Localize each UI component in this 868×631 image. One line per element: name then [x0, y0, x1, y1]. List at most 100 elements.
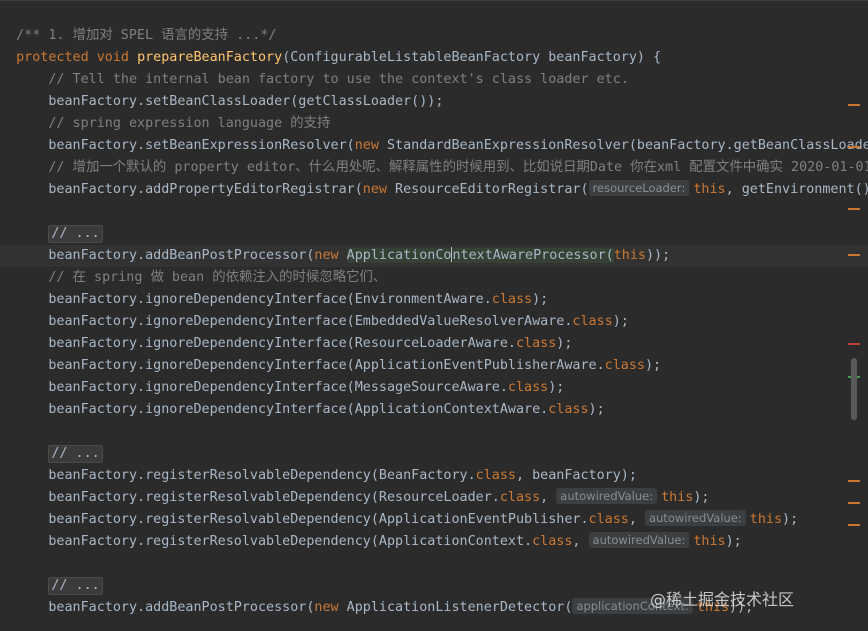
code-text: , getEnvironment()));	[725, 182, 868, 197]
code-text: );	[782, 512, 799, 527]
code-line-3[interactable]: // Tell the internal bean factory to use…	[0, 69, 868, 91]
code-editor[interactable]: /** 1. 增加对 SPEL 语言的支持 ...*/ protected vo…	[0, 0, 868, 631]
warning-marker[interactable]	[848, 208, 860, 210]
code-text: , beanFactory);	[515, 468, 637, 483]
keyword: class	[499, 490, 541, 505]
code-text: );	[612, 314, 629, 329]
code-text: beanFactory.setBeanExpressionResolver(	[16, 138, 355, 153]
code-line-4[interactable]: beanFactory.setBeanClassLoader(getClassL…	[0, 91, 868, 113]
code-text: beanFactory.ignoreDependencyInterface(Me…	[16, 380, 508, 395]
code-text: beanFactory.addBeanPostProcessor(	[16, 248, 315, 263]
keyword: protected	[16, 50, 97, 65]
code-line-1[interactable]: /** 1. 增加对 SPEL 语言的支持 ...*/	[0, 25, 868, 47]
code-text: beanFactory.setBeanClassLoader(getClassL…	[16, 94, 444, 109]
code-line-21[interactable]: beanFactory.registerResolvableDependency…	[0, 465, 868, 487]
warning-marker[interactable]	[848, 254, 860, 256]
code-line-15[interactable]: beanFactory.ignoreDependencyInterface(Re…	[0, 333, 868, 355]
folded-region[interactable]: // ...	[48, 577, 103, 595]
code-line-18[interactable]: beanFactory.ignoreDependencyInterface(Ap…	[0, 399, 868, 421]
code-text: );	[532, 292, 549, 307]
vertical-scrollbar-thumb[interactable]	[851, 358, 857, 420]
code-text: beanFactory.registerResolvableDependency…	[16, 512, 589, 527]
code-text: beanFactory.addBeanPostProcessor(	[16, 600, 315, 615]
keyword: class	[507, 380, 549, 395]
parameter-hint: resourceLoader:	[588, 180, 690, 196]
parameter-hint: autowiredValue:	[588, 532, 690, 548]
code-text: );	[725, 534, 742, 549]
parameter-hint: autowiredValue:	[556, 488, 658, 504]
folded-region[interactable]: // ...	[48, 445, 103, 463]
code-comment: // 增加一个默认的 property editor、什么用处呢、解释属性的时候…	[16, 160, 868, 175]
code-line-22[interactable]: beanFactory.registerResolvableDependency…	[0, 487, 868, 509]
code-text: ApplicationListenerDetector(	[346, 600, 573, 615]
code-line-2[interactable]: protected void prepareBeanFactory(Config…	[0, 47, 868, 69]
code-text: ,	[628, 512, 645, 527]
warning-marker[interactable]	[848, 146, 860, 148]
code-comment: // spring expression language 的支持	[16, 116, 331, 131]
code-line-7[interactable]: // 增加一个默认的 property editor、什么用处呢、解释属性的时候…	[0, 157, 868, 179]
code-text: ResourceEditorRegistrar(	[395, 182, 589, 197]
keyword: class	[588, 512, 629, 527]
code-text: beanFactory.registerResolvableDependency…	[16, 468, 476, 483]
code-text: beanFactory.ignoreDependencyInterface(En…	[16, 292, 492, 307]
editor-top-border	[0, 0, 868, 23]
keyword: class	[548, 402, 589, 417]
keyword: new	[362, 182, 396, 197]
keyword: this	[661, 490, 694, 505]
keyword: void	[96, 50, 138, 65]
code-line-16[interactable]: beanFactory.ignoreDependencyInterface(Ap…	[0, 355, 868, 377]
keyword: class	[532, 534, 573, 549]
code-line-5[interactable]: // spring expression language 的支持	[0, 113, 868, 135]
keyword: this	[749, 512, 783, 527]
warning-marker[interactable]	[848, 480, 860, 482]
warning-marker[interactable]	[848, 524, 860, 526]
keyword: class	[491, 292, 533, 307]
code-text: (ConfigurableListableBeanFactory beanFac…	[282, 50, 662, 65]
code-text: );	[588, 402, 605, 417]
keyword: this	[613, 248, 646, 263]
code-text: );	[556, 336, 573, 351]
keyword: new	[314, 600, 347, 615]
code-line-13[interactable]: beanFactory.ignoreDependencyInterface(En…	[0, 289, 868, 311]
code-line-8[interactable]: beanFactory.addPropertyEditorRegistrar(n…	[0, 179, 868, 201]
keyword: new	[314, 248, 347, 263]
code-text: beanFactory.ignoreDependencyInterface(Re…	[16, 336, 516, 351]
code-line-12[interactable]: // 在 spring 做 bean 的依赖注入的时候忽略它们、	[0, 267, 868, 289]
keyword: class	[475, 468, 516, 483]
code-comment: // Tell the internal bean factory to use…	[16, 72, 629, 87]
code-text: StandardBeanExpressionResolver(beanFacto…	[386, 138, 868, 153]
code-line-11-current[interactable]: beanFactory.addBeanPostProcessor(new App…	[0, 245, 868, 267]
code-text: );	[548, 380, 565, 395]
code-text: ));	[645, 248, 671, 263]
method-name: prepareBeanFactory	[137, 50, 283, 65]
code-line-10[interactable]: // ...	[0, 223, 868, 245]
code-comment: /** 1. 增加对 SPEL 语言的支持 ...*/	[16, 28, 277, 43]
code-text: ,	[540, 490, 557, 505]
code-text: ,	[572, 534, 589, 549]
code-line-17[interactable]: beanFactory.ignoreDependencyInterface(Me…	[0, 377, 868, 399]
warning-marker[interactable]	[848, 104, 860, 106]
parameter-hint: autowiredValue:	[644, 510, 746, 526]
keyword: class	[604, 358, 645, 373]
code-line-14[interactable]: beanFactory.ignoreDependencyInterface(Em…	[0, 311, 868, 333]
error-marker[interactable]	[848, 343, 860, 345]
code-text: );	[644, 358, 662, 373]
code-text: beanFactory.ignoreDependencyInterface(Em…	[16, 314, 573, 329]
code-line-24[interactable]: beanFactory.registerResolvableDependency…	[0, 531, 868, 553]
highlighted-identifier: ntextAwareProcessor(	[452, 248, 614, 263]
code-comment: // 在 spring 做 bean 的依赖注入的时候忽略它们、	[16, 270, 387, 285]
code-line-20[interactable]: // ...	[0, 443, 868, 465]
code-text: beanFactory.ignoreDependencyInterface(Ap…	[16, 402, 549, 417]
keyword: this	[693, 182, 726, 197]
code-text: beanFactory.registerResolvableDependency…	[16, 490, 500, 505]
watermark: @稀土掘金技术社区	[650, 590, 795, 609]
code-text: );	[693, 490, 710, 505]
keyword: this	[693, 534, 726, 549]
code-line-6[interactable]: beanFactory.setBeanExpressionResolver(ne…	[0, 135, 868, 157]
code-text: beanFactory.addPropertyEditorRegistrar(	[16, 182, 363, 197]
warning-marker[interactable]	[848, 502, 860, 504]
code-text: beanFactory.registerResolvableDependency…	[16, 534, 533, 549]
code-line-23[interactable]: beanFactory.registerResolvableDependency…	[0, 509, 868, 531]
keyword: class	[515, 336, 557, 351]
folded-region[interactable]: // ...	[48, 225, 103, 243]
